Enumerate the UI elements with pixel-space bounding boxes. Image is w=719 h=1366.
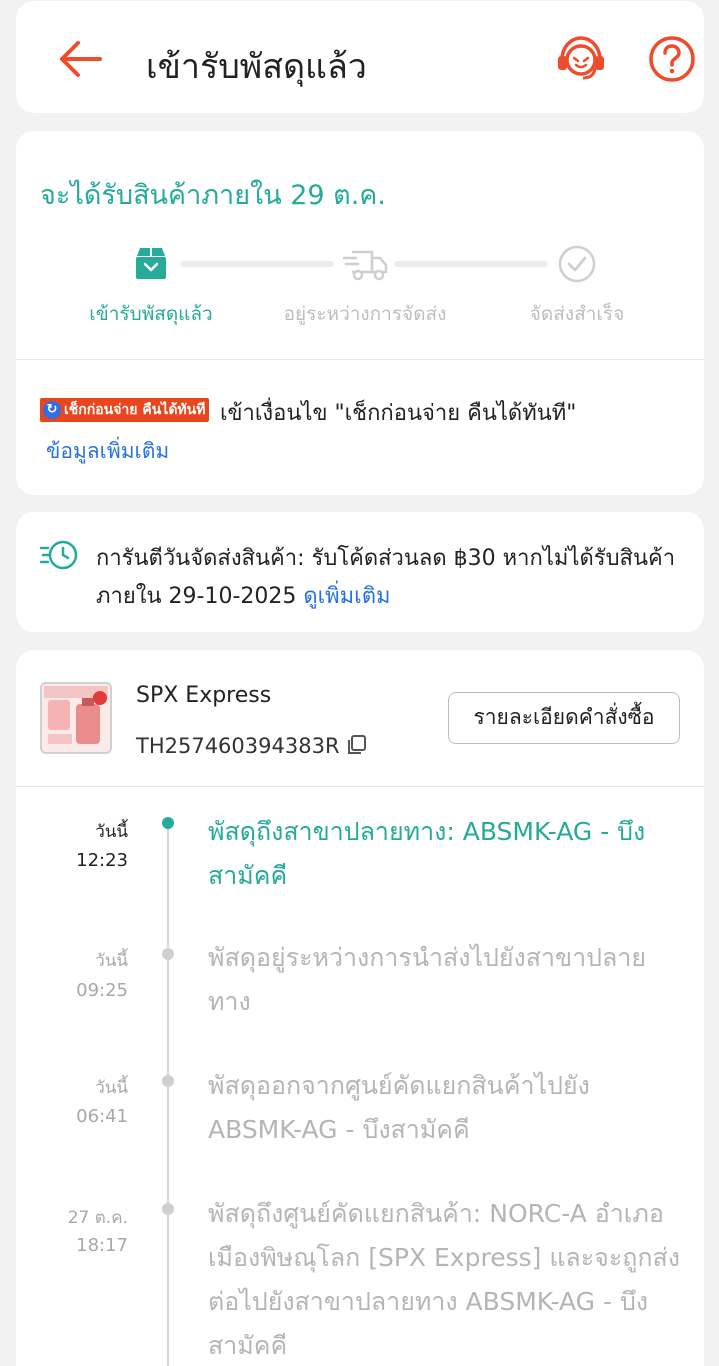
timeline-dot <box>162 948 174 960</box>
page-title: เข้ารับพัสดุแล้ว <box>146 47 367 87</box>
step-label-picked-up: เข้ารับพัสดุแล้ว <box>89 303 213 325</box>
step-label-delivered: จัดส่งสำเร็จ <box>529 303 625 325</box>
shipment-progress-steps: เข้ารับพัสดุแล้ว อยู่ระหว่างการจัดส่ง จั… <box>16 239 704 349</box>
check-circle-icon <box>558 245 596 283</box>
help-icon[interactable] <box>648 35 696 83</box>
header-bar: เข้ารับพัสดุแล้ว <box>16 1 704 113</box>
carrier-name: SPX Express <box>136 683 272 708</box>
divider <box>16 359 704 360</box>
more-info-link[interactable]: ข้อมูลเพิ่มเติม <box>46 435 169 468</box>
timeline-dot <box>162 1075 174 1087</box>
event-time: 09:25 <box>76 980 128 1001</box>
step-label-in-transit: อยู่ระหว่างการจัดส่ง <box>283 303 447 325</box>
refresh-icon: ↻ <box>43 401 61 419</box>
product-thumbnail[interactable] <box>40 682 112 754</box>
check-before-pay-badge: ↻ เช็กก่อนจ่าย คืนได้ทันที <box>40 398 210 422</box>
timeline-dot <box>162 817 174 829</box>
event-description: พัสดุออกจากศูนย์คัดแยกสินค้าไปยัง ABSMK-… <box>208 1071 590 1144</box>
badge-label: เช็กก่อนจ่าย คืนได้ทันที <box>64 402 206 418</box>
copy-icon[interactable] <box>346 734 368 756</box>
tracking-card: SPX Express TH257460394383R รายละเอียดคำ… <box>16 650 704 1366</box>
back-arrow-icon[interactable] <box>56 39 104 79</box>
event-day: วันนี้ <box>95 822 128 842</box>
see-more-link[interactable]: ดูเพิ่มเติม <box>303 584 390 609</box>
customer-support-icon[interactable] <box>554 34 608 84</box>
guarantee-text: การันตีวันจัดส่งสินค้า: รับโค้ดส่วนลด ฿3… <box>96 540 686 616</box>
event-day: วันนี้ <box>95 951 128 971</box>
divider <box>16 786 704 787</box>
order-details-button[interactable]: รายละเอียดคำสั่งซื้อ <box>448 692 680 744</box>
package-icon <box>136 248 166 279</box>
event-description: พัสดุถึงสาขาปลายทาง: ABSMK-AG - บึงสามัค… <box>208 817 646 890</box>
delivery-guarantee-card: การันตีวันจัดส่งสินค้า: รับโค้ดส่วนลด ฿3… <box>16 512 704 632</box>
progress-line-2 <box>394 261 548 267</box>
event-day: วันนี้ <box>95 1078 128 1098</box>
event-day: 27 ต.ค. <box>67 1208 128 1228</box>
tracking-number: TH257460394383R <box>136 734 340 758</box>
progress-line-1 <box>180 261 334 267</box>
event-description: พัสดุถึงศูนย์คัดแยกสินค้า: NORC-A อำเภอเ… <box>208 1199 680 1360</box>
estimated-delivery-date: จะได้รับสินค้าภายใน 29 ต.ค. <box>40 180 386 211</box>
event-time: 12:23 <box>76 850 128 871</box>
fast-clock-icon <box>40 540 78 570</box>
event-time: 18:17 <box>76 1235 128 1256</box>
product-image-icon <box>42 684 110 752</box>
event-description: พัสดุอยู่ระหว่างการนำส่งไปยังสาขาปลายทาง <box>208 943 647 1016</box>
cod-eligibility-text: เข้าเงื่อนไข "เช็กก่อนจ่าย คืนได้ทันที" <box>220 401 577 426</box>
timeline-line <box>167 822 169 1366</box>
timeline-dot <box>162 1203 174 1215</box>
event-time: 06:41 <box>76 1106 128 1127</box>
delivery-status-card: จะได้รับสินค้าภายใน 29 ต.ค. เข้ารับพัสดุ… <box>16 131 704 495</box>
truck-icon <box>342 250 388 281</box>
